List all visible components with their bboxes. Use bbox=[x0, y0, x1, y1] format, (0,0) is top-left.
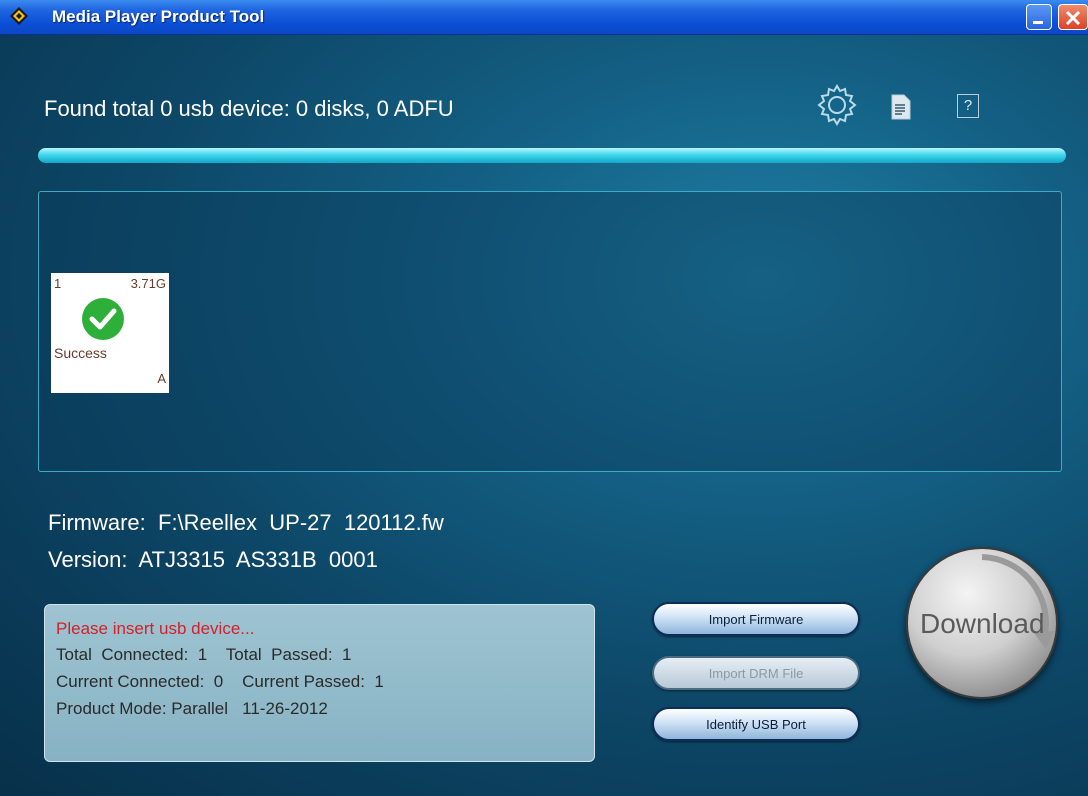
device-size: 3.71G bbox=[130, 276, 166, 291]
firmware-path-text: Firmware: F:\Reellex UP-27 120112.fw bbox=[48, 510, 444, 535]
identify-usb-port-button[interactable]: Identify USB Port bbox=[652, 707, 860, 741]
status-panel: Please insert usb device... Total Connec… bbox=[44, 604, 595, 762]
help-glyph: ? bbox=[963, 97, 973, 114]
title-bar[interactable]: Media Player Product Tool bbox=[0, 0, 1088, 35]
download-label: Download bbox=[920, 608, 1045, 639]
product-mode-line: Product Mode: Parallel 11-26-2012 bbox=[56, 699, 328, 718]
close-icon bbox=[1065, 10, 1081, 26]
settings-gear-icon[interactable] bbox=[814, 82, 860, 128]
window-title: Media Player Product Tool bbox=[52, 7, 265, 26]
help-icon[interactable]: ? bbox=[957, 94, 979, 118]
device-status: Success bbox=[54, 345, 107, 361]
firmware-version-text: Version: ATJ3315 AS331B 0001 bbox=[48, 547, 378, 572]
total-stats-line: Total Connected: 1 Total Passed: 1 bbox=[56, 645, 352, 664]
device-panel bbox=[38, 191, 1062, 472]
app-window: Media Player Product Tool Found total 0 … bbox=[0, 0, 1088, 796]
progress-bar bbox=[38, 148, 1066, 163]
import-firmware-button[interactable]: Import Firmware bbox=[652, 602, 860, 636]
minimize-button[interactable] bbox=[1026, 4, 1052, 30]
status-message: Please insert usb device... bbox=[56, 619, 255, 638]
close-button[interactable] bbox=[1058, 4, 1088, 30]
current-stats-line: Current Connected: 0 Current Passed: 1 bbox=[56, 672, 384, 691]
download-button[interactable]: Download bbox=[906, 547, 1058, 699]
import-drm-button[interactable]: Import DRM File bbox=[652, 656, 860, 690]
device-drive-letter: A bbox=[157, 371, 166, 386]
document-icon[interactable] bbox=[890, 94, 912, 120]
app-logo-icon bbox=[10, 7, 28, 25]
progress-bar-fill bbox=[38, 148, 1066, 163]
device-index: 1 bbox=[54, 276, 62, 291]
success-check-icon bbox=[82, 298, 124, 340]
device-card[interactable]: 1 3.71G Success A bbox=[51, 273, 169, 393]
device-count-text: Found total 0 usb device: 0 disks, 0 ADF… bbox=[44, 96, 454, 121]
